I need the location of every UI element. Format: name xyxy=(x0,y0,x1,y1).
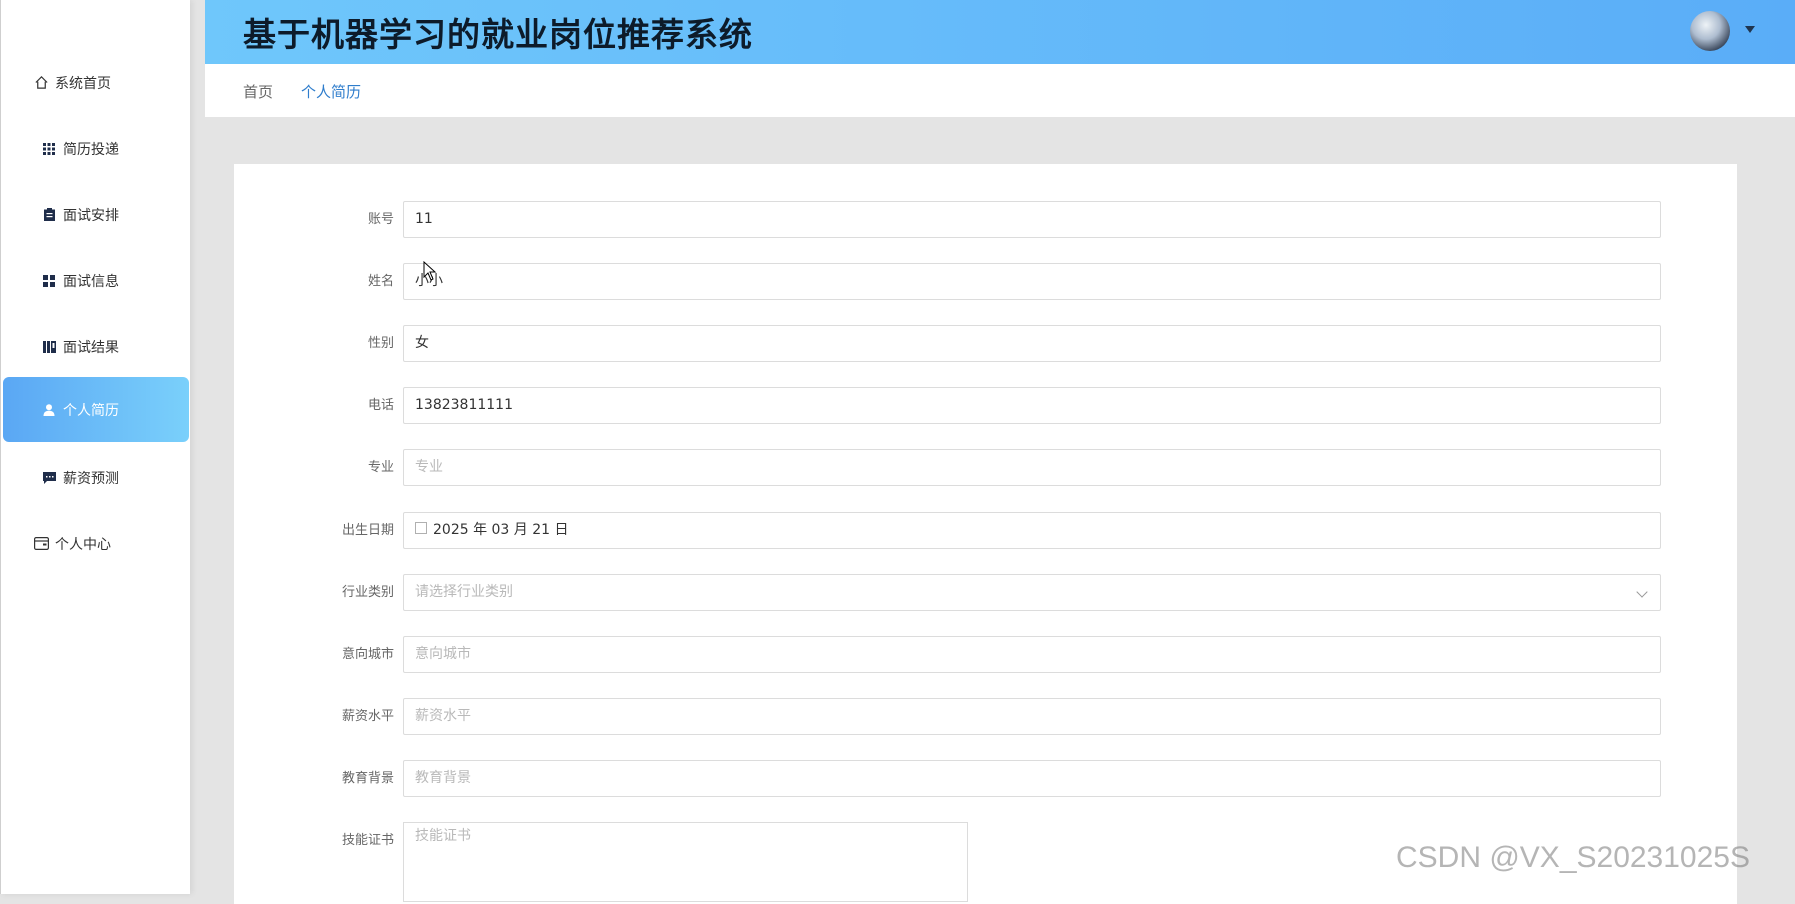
resume-form: 账号 11 姓名 小小 性别 女 电话 13823811111 专业 专业 出生… xyxy=(234,164,1737,904)
calendar-icon xyxy=(415,522,427,534)
app-title: 基于机器学习的就业岗位推荐系统 xyxy=(243,15,753,54)
sidebar-item-label: 薪资预测 xyxy=(63,470,119,487)
user-icon xyxy=(41,402,57,418)
home-icon xyxy=(33,75,49,91)
account-label: 账号 xyxy=(367,212,394,227)
sidebar-item-label: 个人中心 xyxy=(55,536,111,553)
gender-label: 性别 xyxy=(367,336,394,351)
city-label: 意向城市 xyxy=(341,647,394,662)
sidebar-item-home[interactable]: 系统首页 xyxy=(3,50,189,115)
industry-label: 行业类别 xyxy=(341,585,394,600)
form-row-education: 教育背景 教育背景 xyxy=(234,760,1737,797)
sidebar-item-label: 面试信息 xyxy=(63,273,119,290)
industry-placeholder: 请选择行业类别 xyxy=(415,584,513,600)
sidebar-item-interview-info[interactable]: 面试信息 xyxy=(3,248,189,313)
sidebar-item-label: 简历投递 xyxy=(63,141,119,158)
form-row-city: 意向城市 意向城市 xyxy=(234,636,1737,673)
sidebar-item-resume-delivery[interactable]: 简历投递 xyxy=(3,116,189,181)
chevron-down-icon xyxy=(1636,586,1648,598)
account-field[interactable]: 11 xyxy=(403,201,1661,238)
top-header: 基于机器学习的就业岗位推荐系统 xyxy=(205,0,1795,64)
grid-icon xyxy=(41,141,57,157)
sidebar-item-label: 面试结果 xyxy=(63,339,119,356)
form-row-name: 姓名 小小 xyxy=(234,263,1737,300)
certificate-label: 技能证书 xyxy=(341,833,394,848)
sidebar: 系统首页 简历投递 面试安排 面试信息 面试结果 个人简历 薪资预测 个人中心 xyxy=(0,0,190,894)
sidebar-item-interview-result[interactable]: 面试结果 xyxy=(3,314,189,379)
sidebar-item-interview-schedule[interactable]: 面试安排 xyxy=(3,182,189,247)
certificate-textarea[interactable]: 技能证书 xyxy=(403,822,968,902)
form-row-industry: 行业类别 请选择行业类别 xyxy=(234,574,1737,611)
name-field[interactable]: 小小 xyxy=(403,263,1661,300)
sidebar-item-salary-prediction[interactable]: 薪资预测 xyxy=(3,445,189,510)
salary-field[interactable]: 薪资水平 xyxy=(403,698,1661,735)
chevron-down-icon[interactable] xyxy=(1745,26,1755,33)
sidebar-item-personal-center[interactable]: 个人中心 xyxy=(3,511,189,576)
clipboard-icon xyxy=(41,207,57,223)
form-row-account: 账号 11 xyxy=(234,201,1737,238)
sidebar-item-label: 个人简历 xyxy=(63,402,119,419)
birthdate-picker[interactable]: 2025 年 03 月 21 日 xyxy=(403,512,1661,549)
major-label: 专业 xyxy=(367,460,394,475)
form-row-gender: 性别 女 xyxy=(234,325,1737,362)
city-field[interactable]: 意向城市 xyxy=(403,636,1661,673)
name-label: 姓名 xyxy=(367,274,394,289)
phone-field[interactable]: 13823811111 xyxy=(403,387,1661,424)
dashboard-icon xyxy=(41,273,57,289)
gender-field[interactable]: 女 xyxy=(403,325,1661,362)
form-row-phone: 电话 13823811111 xyxy=(234,387,1737,424)
education-field[interactable]: 教育背景 xyxy=(403,760,1661,797)
form-row-major: 专业 专业 xyxy=(234,449,1737,486)
birthdate-value: 2025 年 03 月 21 日 xyxy=(433,522,569,538)
form-row-salary: 薪资水平 薪资水平 xyxy=(234,698,1737,735)
sidebar-item-personal-resume[interactable]: 个人简历 xyxy=(3,377,189,442)
phone-label: 电话 xyxy=(367,398,394,413)
education-label: 教育背景 xyxy=(341,771,394,786)
user-avatar[interactable] xyxy=(1690,11,1730,51)
card-icon xyxy=(33,536,49,552)
book-icon xyxy=(41,339,57,355)
sidebar-item-label: 系统首页 xyxy=(55,75,111,92)
chat-icon xyxy=(41,470,57,486)
form-row-birthdate: 出生日期 2025 年 03 月 21 日 xyxy=(234,512,1737,549)
breadcrumb-home[interactable]: 首页 xyxy=(243,81,273,102)
breadcrumb-current: 个人简历 xyxy=(301,83,362,101)
industry-select[interactable]: 请选择行业类别 xyxy=(403,574,1661,611)
sidebar-item-label: 面试安排 xyxy=(63,207,119,224)
watermark: CSDN @VX_S20231025S xyxy=(1396,841,1750,874)
salary-label: 薪资水平 xyxy=(341,709,394,724)
birthdate-label: 出生日期 xyxy=(341,523,394,538)
major-field[interactable]: 专业 xyxy=(403,449,1661,486)
breadcrumb: 首页 个人简历 xyxy=(205,64,1795,117)
